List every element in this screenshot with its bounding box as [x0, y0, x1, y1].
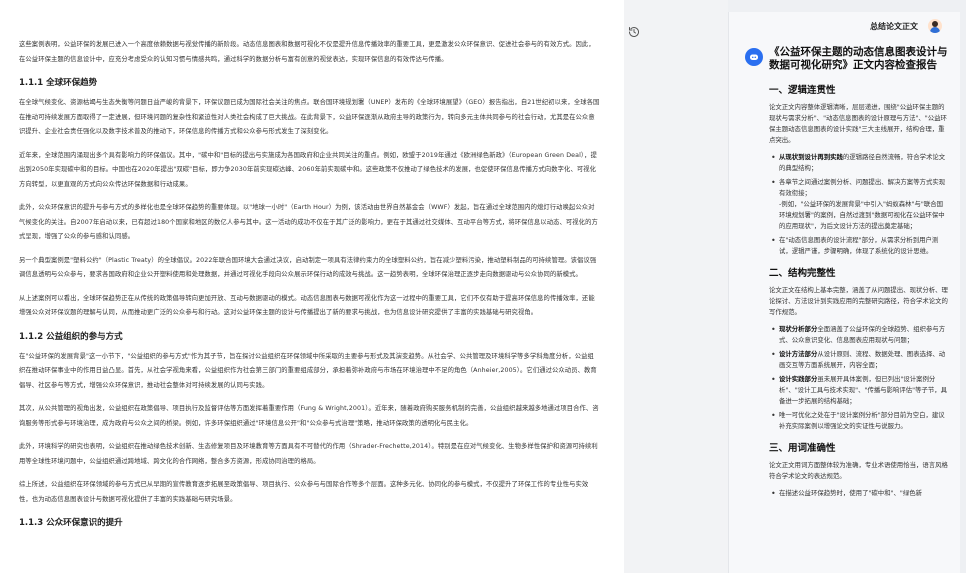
list-item: 在"动态信息图表的设计流程"部分，从需求分析到用户测试，逻辑严谨，步骤明确，体现… [769, 235, 948, 257]
paragraph: 另一个典型案例是"塑料公约"（Plastic Treaty）的全球倡议。2022… [19, 256, 597, 279]
section-body: 论文正文内容整体逻辑清晰，层层递进，围绕"公益环保主题的现状与需求分析"、"动态… [769, 103, 947, 144]
panel-header-title: 总结论文正文 [870, 21, 918, 31]
bullet-list: 从现状到设计再到实践的逻辑路径自然流畅，符合学术论文的典型结构； 各章节之间通过… [769, 152, 948, 257]
paragraph: 此外，环境科学的研究也表明，公益组织在推动绿色技术创新、生态修复项目及环境教育等… [19, 443, 598, 465]
list-item: 现状分析部分全面涵盖了公益环保的全球趋势、组织参与方式、公众意识变化、信息图表应… [769, 324, 948, 346]
report-content: 《公益环保主题的动态信息图表设计与数据可视化研究》正文内容检查报告 一、逻辑连贯… [729, 40, 960, 499]
paragraph: 近年来，全球范围内涌现出多个具有影响力的环保倡议。其中，"碳中和"目标的提出与实… [19, 151, 597, 188]
section-title: 一、逻辑连贯性 [769, 85, 836, 96]
section-title: 三、用词准确性 [769, 443, 836, 454]
section-heading: 1.1.2 公益组织的参与方式 [19, 331, 123, 342]
list-item: 设计实践部分虽未展开具体案例，但已列出"设计案例分析"、"设计工具与技术实现"、… [769, 374, 948, 407]
document-content: 这些案例表明，公益环保的发展已进入一个高度依赖数据与视觉传播的新阶段。动态信息图… [0, 0, 624, 528]
history-button[interactable] [627, 26, 641, 40]
section-heading: 1.1.3 公众环保意识的提升 [19, 518, 123, 528]
list-item: 各章节之间通过案例分析、问题提出、解决方案等方式实现有效衔接；-例如，"公益环保… [769, 177, 948, 232]
paragraph: 此外，公众环保意识的提升与参与方式的多样化也是全球环保趋势的重要体现。以"地球一… [19, 204, 598, 240]
panel-header: 总结论文正文 [729, 12, 960, 40]
paragraph: 从上述案例可以看出，全球环保趋势正在从传统的政策倡导转向更加开放、互动与数据驱动… [19, 294, 595, 317]
document-editor[interactable]: 这些案例表明，公益环保的发展已进入一个高度依赖数据与视觉传播的新阶段。动态信息图… [0, 0, 624, 573]
section-body: 论文正文用词方面整体较为准确，专业术语使用恰当，语言风格符合学术论文的表达规范。 [769, 461, 948, 480]
history-icon [629, 27, 639, 37]
paragraph: 在"公益环保的发展背景"这一小节下，"公益组织的参与方式"作为其子节，旨在探讨公… [19, 352, 597, 389]
app-window: 这些案例表明，公益环保的发展已进入一个高度依赖数据与视觉传播的新阶段。动态信息图… [0, 0, 966, 573]
section-heading: 1.1.1 全球环保趋势 [19, 78, 98, 88]
paragraph: 这些案例表明，公益环保的发展已进入一个高度依赖数据与视觉传播的新阶段。动态信息图… [19, 41, 595, 63]
bullet-list: 在描述公益环保趋势时，使用了"碳中和"、"绿色新 [769, 488, 948, 499]
summary-panel: 总结论文正文 《公益环保主题的动态信息图表设计与数据可视化研究》正文内容检查报告… [728, 12, 960, 573]
assistant-bot-icon [745, 48, 763, 66]
report-title: 《公益环保主题的动态信息图表设计与数据可视化研究》正文内容检查报告 [769, 46, 948, 71]
bullet-list: 现状分析部分全面涵盖了公益环保的全球趋势、组织参与方式、公众意识变化、信息图表应… [769, 324, 948, 432]
user-avatar[interactable] [928, 19, 942, 33]
paragraph: 综上所述，公益组织在环保领域的参与方式已从早期的宣传教育逐步拓展至政策倡导、项目… [19, 481, 589, 503]
side-gutter [624, 0, 728, 573]
section-body: 论文正文在结构上基本完整，涵盖了从问题提出、现状分析、理论探讨、方法设计到实践应… [769, 286, 948, 316]
list-item: 唯一可优化之处在于"设计案例分析"部分目前为空白，建议补充实际案例以增强论文的实… [769, 410, 948, 432]
list-item: 设计方法部分从设计原则、流程、数据处理、图表选择、动画交互等方面系统展开，内容全… [769, 349, 948, 371]
list-item: 在描述公益环保趋势时，使用了"碳中和"、"绿色新 [769, 488, 948, 499]
paragraph: 其次，从公共管理的视角出发，公益组织在政策倡导、项目执行及监督评估等方面发挥着重… [19, 405, 599, 427]
section-title: 二、结构完整性 [769, 268, 836, 279]
list-item: 从现状到设计再到实践的逻辑路径自然流畅，符合学术论文的典型结构； [769, 152, 948, 174]
paragraph: 在全球气候变化、资源枯竭与生态失衡等问题日益严峻的背景下，环保议题已成为国际社会… [19, 99, 600, 135]
